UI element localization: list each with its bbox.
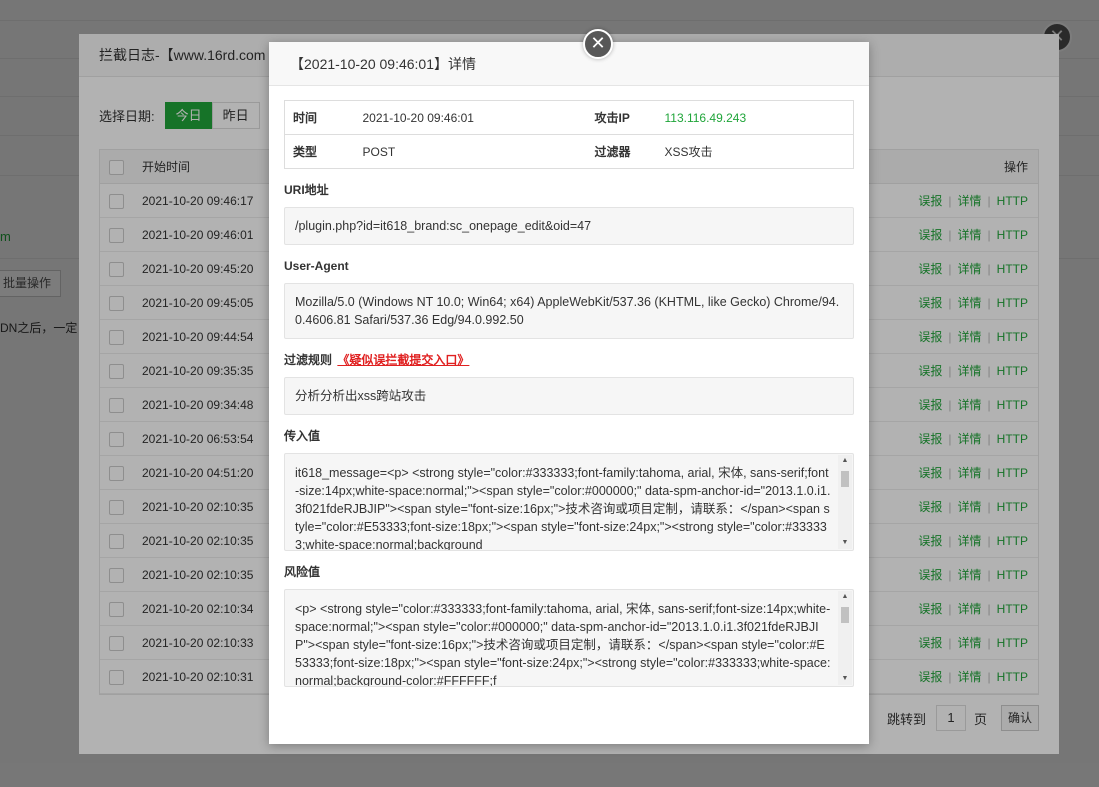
scroll-down-icon[interactable]: ▼ [838, 673, 852, 685]
detail-info-table: 时间 2021-10-20 09:46:01 攻击IP 113.116.49.2… [284, 100, 854, 169]
type-label: 类型 [284, 134, 355, 169]
detail-body: 时间 2021-10-20 09:46:01 攻击IP 113.116.49.2… [284, 100, 854, 687]
time-value: 2021-10-20 09:46:01 [362, 110, 474, 125]
uri-value: /plugin.php?id=it618_brand:sc_onepage_ed… [284, 207, 854, 245]
scroll-thumb[interactable] [841, 471, 849, 487]
user-agent-section-label: User-Agent [284, 259, 349, 273]
scroll-thumb[interactable] [841, 607, 849, 623]
ip-value: 113.116.49.243 [664, 110, 747, 125]
detail-dialog: 【2021-10-20 09:46:01】详情 时间 2021-10-20 09… [269, 42, 869, 744]
filter-value: XSS攻击 [656, 134, 854, 169]
risk-value-text: <p> <strong style="color:#333333;font-fa… [295, 602, 831, 687]
risk-value-section-label: 风险值 [284, 565, 321, 579]
close-icon[interactable]: ✕ [583, 29, 613, 59]
scroll-down-icon[interactable]: ▼ [838, 537, 852, 549]
risk-scrollbar[interactable]: ▲ ▼ [838, 591, 852, 685]
filter-rule-section: 过滤规则 《疑似误拦截提交入口》 [284, 353, 854, 367]
user-agent-value: Mozilla/5.0 (Windows NT 10.0; Win64; x64… [284, 283, 854, 339]
time-label: 时间 [293, 111, 318, 125]
false-positive-report-link[interactable]: 《疑似误拦截提交入口》 [337, 353, 469, 367]
scroll-up-icon[interactable]: ▲ [838, 591, 852, 603]
filter-rule-value: 分析分析出xss跨站攻击 [284, 377, 854, 415]
input-value-section-label: 传入值 [284, 429, 321, 443]
ip-label: 攻击IP [594, 111, 630, 125]
risk-value-textarea[interactable]: <p> <strong style="color:#333333;font-fa… [284, 589, 854, 687]
filter-rule-label: 过滤规则 [284, 353, 333, 367]
input-value-text: it618_message=<p> <strong style="color:#… [295, 466, 831, 551]
detail-title: 【2021-10-20 09:46:01】详情 [269, 42, 869, 86]
type-value: POST [354, 134, 587, 169]
uri-section-label: URI地址 [284, 183, 329, 197]
input-value-textarea[interactable]: it618_message=<p> <strong style="color:#… [284, 453, 854, 551]
filter-label: 过滤器 [586, 134, 657, 169]
scroll-up-icon[interactable]: ▲ [838, 455, 852, 467]
input-scrollbar[interactable]: ▲ ▼ [838, 455, 852, 549]
